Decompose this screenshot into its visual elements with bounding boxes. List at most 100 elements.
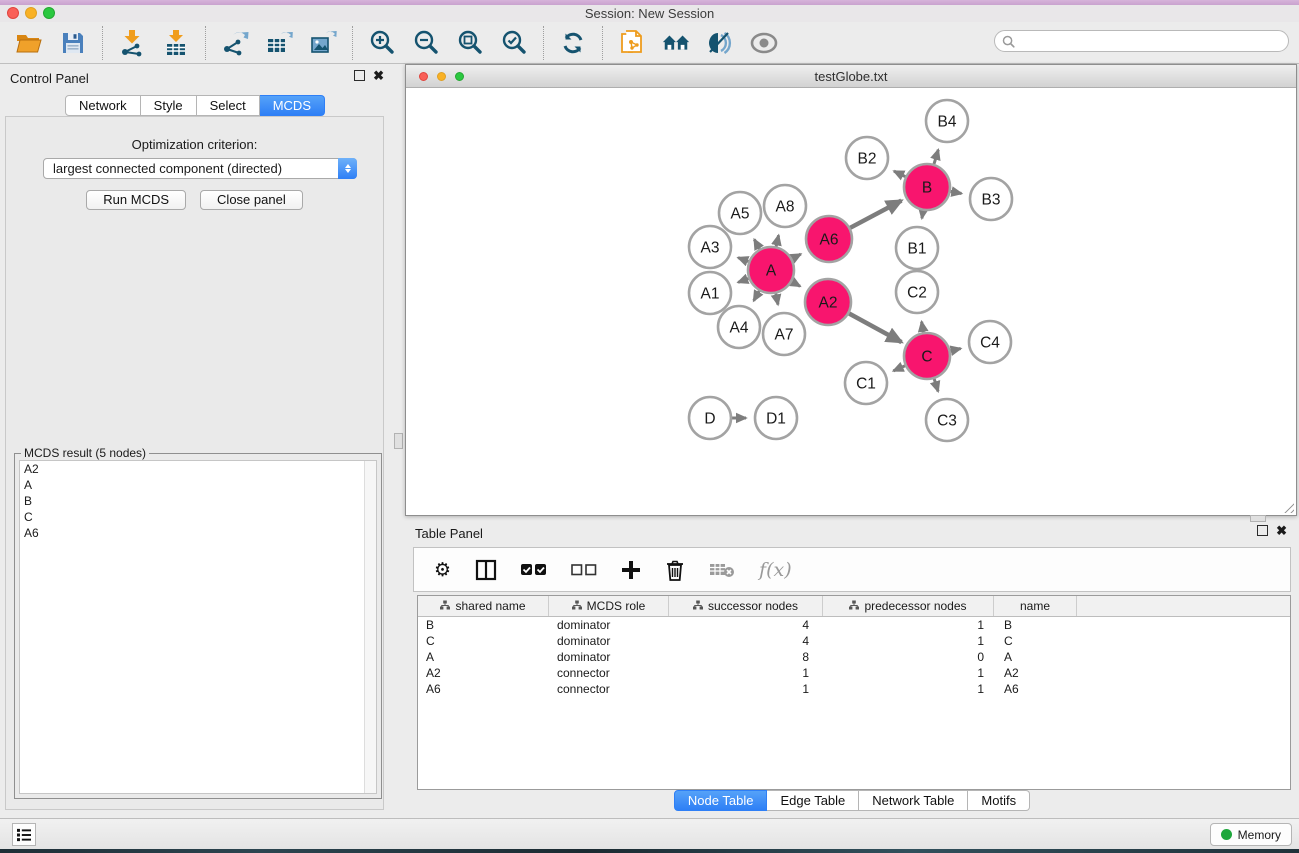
zoom-out-icon[interactable]: [411, 28, 441, 58]
graph-node-A3[interactable]: A3: [689, 226, 731, 268]
graph-node-B3[interactable]: B3: [970, 178, 1012, 220]
mcds-result-list[interactable]: A2ABCA6: [19, 460, 377, 794]
hide-graphics-details-icon[interactable]: [705, 28, 735, 58]
graph-node-A4[interactable]: A4: [718, 306, 760, 348]
export-table-icon[interactable]: [264, 28, 294, 58]
network-window-titlebar[interactable]: testGlobe.txt: [406, 65, 1296, 88]
export-image-icon[interactable]: [308, 28, 338, 58]
edge-B-B3[interactable]: [951, 191, 962, 193]
edge-A-A3[interactable]: [738, 258, 748, 262]
task-history-button[interactable]: [12, 823, 36, 846]
edge-B-B4[interactable]: [934, 150, 938, 164]
graph-node-C4[interactable]: C4: [969, 321, 1011, 363]
search-input[interactable]: [1015, 32, 1288, 50]
add-row-icon[interactable]: [621, 560, 641, 580]
zoom-selected-icon[interactable]: [499, 28, 529, 58]
graph-node-D[interactable]: D: [689, 397, 731, 439]
graph-node-B4[interactable]: B4: [926, 100, 968, 142]
show-graphics-details-icon[interactable]: [749, 28, 779, 58]
graph-node-A7[interactable]: A7: [763, 313, 805, 355]
edge-B-B2[interactable]: [894, 171, 905, 177]
edge-C-C2[interactable]: [922, 322, 924, 333]
graph-node-C3[interactable]: C3: [926, 399, 968, 441]
graph-node-A2[interactable]: A2: [805, 279, 851, 325]
run-mcds-button[interactable]: Run MCDS: [86, 190, 186, 210]
tab-network[interactable]: Network: [65, 95, 141, 116]
edge-C-C3[interactable]: [934, 379, 938, 392]
column-header-shared-name[interactable]: shared name: [418, 596, 549, 616]
column-header-predecessor-nodes[interactable]: predecessor nodes: [823, 596, 994, 616]
save-session-icon[interactable]: [58, 28, 88, 58]
result-item-a6[interactable]: A6: [20, 525, 376, 541]
select-all-icon[interactable]: [521, 564, 547, 576]
edge-B-B1[interactable]: [922, 211, 923, 219]
tab-network-table[interactable]: Network Table: [859, 790, 968, 811]
delete-table-icon[interactable]: [709, 562, 735, 578]
graph-node-A5[interactable]: A5: [719, 192, 761, 234]
tab-mcds[interactable]: MCDS: [260, 95, 325, 116]
tab-select[interactable]: Select: [197, 95, 260, 116]
close-panel-icon[interactable]: ✖: [373, 70, 384, 81]
table-row[interactable]: A6connector11A6: [418, 681, 1290, 697]
float-table-panel-icon[interactable]: [1257, 525, 1268, 536]
table-row[interactable]: A2connector11A2: [418, 665, 1290, 681]
export-network-icon[interactable]: [220, 28, 250, 58]
graph-node-C[interactable]: C: [904, 333, 950, 379]
edge-A6-B[interactable]: [850, 201, 901, 228]
refresh-network-icon[interactable]: [558, 28, 588, 58]
criterion-select[interactable]: largest connected component (directed): [43, 158, 357, 179]
scrollbar-track[interactable]: [364, 461, 376, 793]
graph-node-A1[interactable]: A1: [689, 272, 731, 314]
graph-node-C1[interactable]: C1: [845, 362, 887, 404]
zoom-fit-icon[interactable]: [455, 28, 485, 58]
table-row[interactable]: Cdominator41C: [418, 633, 1290, 649]
deselect-all-icon[interactable]: [571, 564, 597, 576]
result-item-c[interactable]: C: [20, 509, 376, 525]
float-panel-icon[interactable]: [354, 70, 365, 81]
search-box[interactable]: [994, 30, 1289, 52]
close-panel-button[interactable]: Close panel: [200, 190, 303, 210]
edge-C-C4[interactable]: [950, 349, 960, 351]
edge-A-A4[interactable]: [754, 291, 760, 301]
column-header-MCDS-role[interactable]: MCDS role: [549, 596, 669, 616]
edge-A-A8[interactable]: [776, 235, 779, 246]
result-item-a[interactable]: A: [20, 477, 376, 493]
tab-style[interactable]: Style: [141, 95, 197, 116]
first-neighbors-icon[interactable]: [661, 28, 691, 58]
graph-node-A8[interactable]: A8: [764, 185, 806, 227]
edge-A-A6[interactable]: [792, 254, 801, 259]
tab-edge-table[interactable]: Edge Table: [767, 790, 859, 811]
graph-node-A6[interactable]: A6: [806, 216, 852, 262]
edge-A2-C[interactable]: [849, 314, 901, 343]
table-row[interactable]: Bdominator41B: [418, 617, 1290, 633]
column-header-name[interactable]: name: [994, 596, 1077, 616]
result-item-a2[interactable]: A2: [20, 461, 376, 477]
function-builder-icon[interactable]: f(x): [759, 559, 792, 581]
column-header-successor-nodes[interactable]: successor nodes: [669, 596, 823, 616]
edge-A-A7[interactable]: [776, 294, 778, 305]
new-network-from-selection-icon[interactable]: [617, 28, 647, 58]
table-settings-icon[interactable]: ⚙: [434, 559, 451, 581]
edge-A-A2[interactable]: [792, 282, 800, 287]
graph-node-A[interactable]: A: [748, 247, 794, 293]
graph-node-B1[interactable]: B1: [896, 227, 938, 269]
show-columns-icon[interactable]: [475, 559, 497, 581]
network-canvas[interactable]: B4 B2 B B3 A8A5 A6 A3 B1 A A1 C2 A2 A4A7 C C4 C1 C3 D D1: [406, 88, 1296, 515]
result-item-b[interactable]: B: [20, 493, 376, 509]
tab-motifs[interactable]: Motifs: [968, 790, 1030, 811]
network-graph[interactable]: B4 B2 B B3 A8A5 A6 A3 B1 A A1 C2 A2 A4A7 C C4 C1 C3 D D1: [406, 88, 1296, 515]
table-row[interactable]: Adominator80A: [418, 649, 1290, 665]
edge-C-C1[interactable]: [893, 366, 905, 371]
open-session-icon[interactable]: [14, 28, 44, 58]
edge-A-A1[interactable]: [738, 279, 748, 283]
zoom-in-icon[interactable]: [367, 28, 397, 58]
graph-node-D1[interactable]: D1: [755, 397, 797, 439]
graph-node-C2[interactable]: C2: [896, 271, 938, 313]
graph-node-B2[interactable]: B2: [846, 137, 888, 179]
close-table-panel-icon[interactable]: ✖: [1276, 525, 1287, 536]
memory-button[interactable]: Memory: [1210, 823, 1292, 846]
vertical-splitter-grip[interactable]: [394, 433, 403, 449]
graph-node-B[interactable]: B: [904, 164, 950, 210]
tab-node-table[interactable]: Node Table: [674, 790, 768, 811]
delete-row-icon[interactable]: [665, 559, 685, 581]
